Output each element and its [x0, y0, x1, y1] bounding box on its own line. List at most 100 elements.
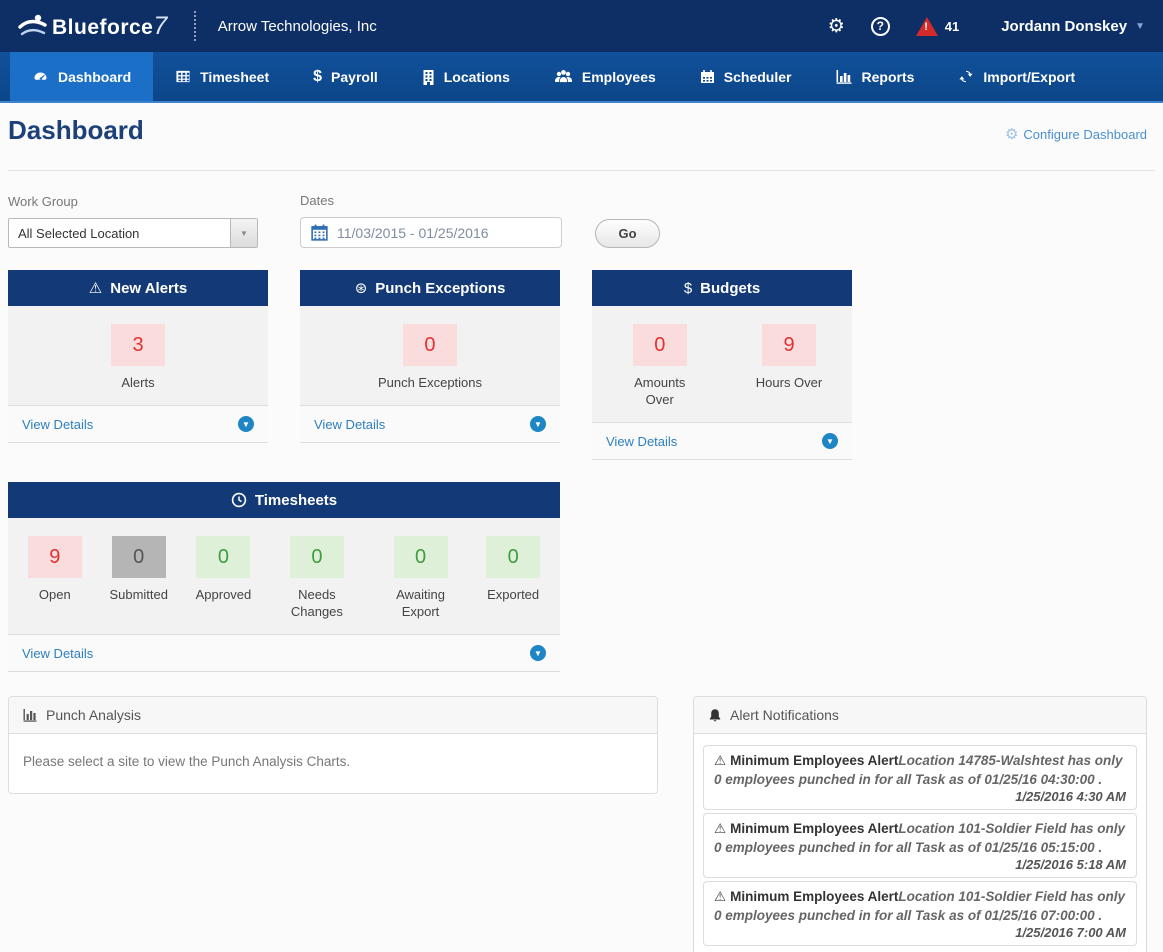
page-content: Dashboard ⚙ Configure Dashboard Work Gro…: [0, 103, 1163, 952]
new-alerts-card: ⚠ New Alerts 3 Alerts View Details ▼: [8, 270, 268, 460]
warning-triangle-icon: [916, 17, 938, 36]
bar-chart-icon: [836, 69, 853, 84]
building-icon: [422, 69, 435, 85]
stat-alerts: 3 Alerts: [111, 324, 165, 391]
nav-tab-employees[interactable]: Employees: [532, 52, 678, 101]
circle-down-arrow-icon[interactable]: ▼: [822, 433, 838, 449]
table-icon: [175, 69, 191, 84]
gauge-icon: [32, 69, 49, 85]
nav-label: Employees: [582, 69, 656, 85]
dates-label: Dates: [300, 193, 562, 208]
stat-amounts-over: 0 Amounts Over: [622, 324, 698, 408]
alert-timestamp: 1/25/2016 4:30 AM: [714, 789, 1126, 805]
view-details-link[interactable]: View Details: [22, 417, 93, 432]
budgets-header: $ Budgets: [592, 270, 852, 306]
timesheets-card: Timesheets 9 Open 0 Submitted 0 Approved…: [8, 482, 560, 672]
nav-tab-timesheet[interactable]: Timesheet: [153, 52, 291, 101]
configure-dashboard-link[interactable]: ⚙ Configure Dashboard: [1005, 125, 1147, 143]
alert-notifications-panel: Alert Notifications ⚠Minimum Employees A…: [693, 696, 1147, 952]
new-alerts-footer: View Details ▼: [8, 405, 268, 443]
alert-notification-item[interactable]: ⚠Minimum Employees AlertLocation 14785-W…: [703, 745, 1137, 810]
dollar-icon: $: [313, 68, 322, 86]
stat-value: 0: [112, 536, 166, 578]
dollar-icon: $: [684, 280, 692, 297]
sync-icon: [958, 69, 974, 84]
stat-value: 9: [28, 536, 82, 578]
budgets-footer: View Details ▼: [592, 422, 852, 460]
circle-down-arrow-icon[interactable]: ▼: [530, 645, 546, 661]
punch-exceptions-body: 0 Punch Exceptions: [300, 306, 560, 405]
go-button[interactable]: Go: [595, 219, 660, 248]
date-range-input[interactable]: 11/03/2015 - 01/25/2016: [300, 217, 562, 248]
stat-label: Submitted: [109, 586, 168, 603]
settings-gear-icon[interactable]: ⚙: [828, 17, 845, 36]
warning-icon: ⚠: [714, 821, 726, 836]
view-details-link[interactable]: View Details: [606, 434, 677, 449]
alert-title: Minimum Employees Alert: [730, 889, 898, 904]
gear-icon: ⚙: [1005, 125, 1018, 143]
punch-analysis-body: Please select a site to view the Punch A…: [9, 734, 657, 793]
stat-open: 9 Open: [28, 536, 82, 603]
stat-label: Open: [39, 586, 71, 603]
new-alerts-header: ⚠ New Alerts: [8, 270, 268, 306]
stat-value: 9: [762, 324, 816, 366]
alerts-indicator[interactable]: 41: [916, 17, 959, 36]
nav-label: Timesheet: [200, 69, 269, 85]
work-group-select[interactable]: All Selected Location ▼: [8, 218, 258, 248]
budgets-card: $ Budgets 0 Amounts Over 9 Hours Over Vi…: [592, 270, 852, 460]
filter-bar: Work Group All Selected Location ▼ Dates…: [8, 193, 1155, 248]
timesheets-body: 9 Open 0 Submitted 0 Approved 0 Needs Ch…: [8, 518, 560, 634]
calendar-icon: [311, 224, 328, 241]
alert-title: Minimum Employees Alert: [730, 753, 898, 768]
alert-notification-item[interactable]: ⚠Minimum Employees AlertLocation 101-Sol…: [703, 881, 1137, 946]
select-caret-icon: ▼: [230, 219, 257, 247]
stat-value: 0: [290, 536, 344, 578]
company-name: Arrow Technologies, Inc: [218, 18, 377, 35]
circle-down-arrow-icon[interactable]: ▼: [530, 416, 546, 432]
nav-tab-dashboard[interactable]: Dashboard: [10, 52, 153, 101]
stat-value: 0: [486, 536, 540, 578]
user-menu[interactable]: Jordann Donskey ▼: [1001, 18, 1145, 35]
view-details-link[interactable]: View Details: [22, 646, 93, 661]
punch-exceptions-header: ⊛ Punch Exceptions: [300, 270, 560, 306]
people-icon: [554, 69, 573, 84]
nav-tab-reports[interactable]: Reports: [814, 52, 937, 101]
nav-label: Scheduler: [724, 69, 792, 85]
warning-icon: ⚠: [714, 753, 726, 768]
timesheets-header: Timesheets: [8, 482, 560, 518]
circle-down-arrow-icon[interactable]: ▼: [238, 416, 254, 432]
alert-timestamp: 1/25/2016 5:18 AM: [714, 857, 1126, 873]
alert-notifications-header: Alert Notifications: [694, 697, 1146, 734]
stat-label: Hours Over: [756, 374, 822, 391]
warning-icon: ⚠: [89, 279, 102, 297]
stat-exported: 0 Exported: [486, 536, 540, 603]
stat-value: 0: [196, 536, 250, 578]
brand-logo[interactable]: Blueforce7: [18, 12, 168, 41]
stat-label: Awaiting Export: [383, 586, 459, 620]
dates-field: Dates 11/03/2015 - 01/25/2016: [300, 193, 562, 248]
nav-tab-locations[interactable]: Locations: [400, 52, 532, 101]
stat-label: Alerts: [121, 374, 154, 391]
punch-analysis-header: Punch Analysis: [9, 697, 657, 734]
title-divider: [8, 170, 1155, 171]
stat-label: Exported: [487, 586, 539, 603]
alert-title: Minimum Employees Alert: [730, 821, 898, 836]
stat-needs-changes: 0 Needs Changes: [279, 536, 355, 620]
view-details-link[interactable]: View Details: [314, 417, 385, 432]
main-nav: Dashboard Timesheet $ Payroll Locations …: [0, 52, 1163, 103]
nav-tab-import-export[interactable]: Import/Export: [936, 52, 1097, 101]
nav-label: Locations: [444, 69, 510, 85]
circle-asterisk-icon: ⊛: [355, 279, 368, 297]
help-icon[interactable]: ?: [871, 17, 890, 36]
stat-label: Punch Exceptions: [378, 374, 482, 391]
stat-submitted: 0 Submitted: [109, 536, 168, 603]
stat-value: 0: [394, 536, 448, 578]
brand-name: Blueforce7: [52, 12, 168, 41]
work-group-field: Work Group All Selected Location ▼: [8, 194, 258, 248]
stat-label: Approved: [196, 586, 252, 603]
nav-tab-scheduler[interactable]: Scheduler: [678, 52, 814, 101]
alert-notification-item[interactable]: ⚠Minimum Employees AlertLocation 101-Sol…: [703, 813, 1137, 878]
nav-tab-payroll[interactable]: $ Payroll: [291, 52, 400, 101]
timesheets-footer: View Details ▼: [8, 634, 560, 672]
budgets-body: 0 Amounts Over 9 Hours Over: [592, 306, 852, 422]
